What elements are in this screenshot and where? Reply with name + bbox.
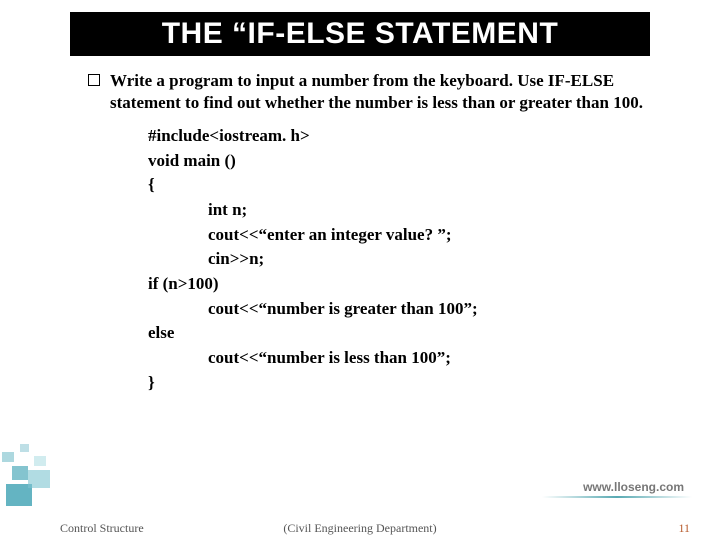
- code-line: int n;: [148, 198, 660, 223]
- code-line: cout<<“enter an integer value? ”;: [148, 223, 660, 248]
- code-block: #include<iostream. h> void main () { int…: [148, 124, 660, 395]
- bullet-square-icon: [88, 74, 100, 86]
- page-number: 11: [678, 521, 690, 536]
- slide: THE “IF-ELSE STATEMENT Write a program t…: [0, 0, 720, 540]
- corner-decoration: [0, 430, 70, 510]
- code-line: if (n>100): [148, 272, 660, 297]
- watermark-line: [542, 496, 692, 498]
- slide-title: THE “IF-ELSE STATEMENT: [81, 17, 639, 51]
- bullet-item: Write a program to input a number from t…: [88, 70, 660, 114]
- prompt-text: Write a program to input a number from t…: [110, 70, 660, 114]
- code-line: void main (): [148, 149, 660, 174]
- code-line: cin>>n;: [148, 247, 660, 272]
- footer-center: (Civil Engineering Department): [283, 521, 436, 536]
- content-area: Write a program to input a number from t…: [88, 70, 660, 395]
- code-line: #include<iostream. h>: [148, 124, 660, 149]
- code-line: {: [148, 173, 660, 198]
- code-line: }: [148, 371, 660, 396]
- code-line: cout<<“number is less than 100”;: [148, 346, 660, 371]
- code-line: cout<<“number is greater than 100”;: [148, 297, 660, 322]
- title-box: THE “IF-ELSE STATEMENT: [70, 12, 650, 56]
- watermark-text: www.lloseng.com: [583, 480, 684, 494]
- code-line: else: [148, 321, 660, 346]
- footer-left: Control Structure: [60, 521, 144, 536]
